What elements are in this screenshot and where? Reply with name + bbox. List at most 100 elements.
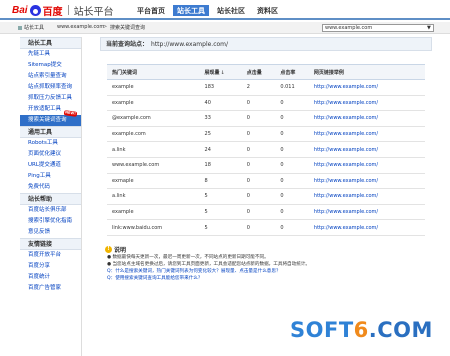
info-icon: !	[105, 246, 112, 253]
sidebar-item[interactable]: Sitemap提交	[20, 60, 81, 71]
sidebar-item[interactable]: 搜索引擎优化指南	[20, 216, 81, 227]
cell-impressions: 40	[199, 95, 242, 112]
cell-impressions: 24	[199, 141, 242, 158]
cell-impressions: 18	[199, 157, 242, 174]
cell-clicks: 0	[241, 141, 276, 158]
sidebar: 站长工具 先链工具 Sitemap提交 站点索引量查询 站点抓取频率查询 抓取压…	[20, 37, 82, 356]
cell-ctr: 0	[275, 141, 309, 158]
table-row: example 5 0 0 http://www.example.com/	[107, 204, 425, 221]
sidebar-item[interactable]: 站点索引量查询	[20, 71, 81, 82]
sidebar-item[interactable]: 百度广告管家	[20, 283, 81, 294]
watermark-com: .COM	[368, 318, 433, 342]
sidebar-item-keyword-query[interactable]: 搜索关键词查询 NEW!	[20, 110, 81, 126]
nav-tools[interactable]: 站长工具	[173, 5, 209, 16]
baidu-paw-icon	[29, 4, 41, 16]
sidebar-item[interactable]: URL提交通道	[20, 160, 81, 171]
site-select[interactable]: www.example.com ▼	[322, 24, 434, 32]
col-ctr[interactable]: 点击率	[275, 64, 309, 80]
cell-clicks: 0	[241, 157, 276, 174]
table-row: example.com 25 0 0 http://www.example.com/	[107, 126, 425, 143]
cell-example-url[interactable]: http://www.example.com/	[308, 95, 425, 112]
col-impressions[interactable]: 展现量↓	[199, 64, 242, 80]
col-clicks[interactable]: 点击量	[241, 64, 276, 80]
cell-impressions: 25	[199, 126, 242, 143]
cell-ctr: 0	[275, 204, 309, 221]
sidebar-item[interactable]: 先链工具	[20, 49, 81, 60]
table-row: @example.com 33 0 0 http://www.example.com/	[107, 110, 425, 127]
logo-text-bai: Bai	[12, 4, 28, 16]
sidebar-item[interactable]: 抓取压力反馈工具	[20, 93, 81, 104]
cell-ctr: 0	[275, 188, 309, 205]
sidebar-item[interactable]: 百度统计	[20, 272, 81, 283]
sidebar-item[interactable]: 页面优化建议	[20, 149, 81, 160]
sidebar-section-title: 通用工具	[20, 126, 81, 138]
breadcrumb-home[interactable]: 站长工具	[18, 24, 44, 31]
faq-link[interactable]: Q：使用搜索关键词查询工具能给您带来什么？	[105, 275, 425, 282]
cell-impressions: 5	[199, 219, 242, 236]
sidebar-section-title: 站长工具	[20, 37, 81, 49]
query-site-bar: 当前查询站点： http://www.example.com/	[100, 37, 432, 51]
table-row: a.link 24 0 0 http://www.example.com/	[107, 141, 425, 158]
cell-clicks: 2	[241, 79, 276, 96]
sidebar-item[interactable]: 百度开放平台	[20, 250, 81, 261]
cell-impressions: 183	[199, 79, 242, 96]
cell-example-url[interactable]: http://www.example.com/	[308, 110, 425, 127]
top-header: Bai 百度 站长平台 平台首页 站长工具 站长社区 资料区	[0, 0, 450, 20]
cell-ctr: 0	[275, 173, 309, 190]
notes-section: ! 说明 ● 数据最快每天更新一次，最迟一周更新一次，不同站点的更新日期可能不同…	[105, 245, 425, 282]
baidu-logo[interactable]: Bai 百度 站长平台	[12, 4, 114, 18]
logo-subtitle: 站长平台	[73, 6, 114, 18]
sidebar-item[interactable]: 站点抓取频率查询	[20, 82, 81, 93]
cell-clicks: 0	[241, 219, 276, 236]
cell-example-url[interactable]: http://www.example.com/	[308, 79, 425, 96]
cell-example-url[interactable]: http://www.example.com/	[308, 188, 425, 205]
notes-title-row: ! 说明	[105, 245, 425, 254]
nav-home[interactable]: 平台首页	[133, 5, 169, 16]
cell-keyword: @example.com	[107, 110, 200, 127]
sidebar-item[interactable]: Robots工具	[20, 138, 81, 149]
table-row: a.link 5 0 0 http://www.example.com/	[107, 188, 425, 205]
breadcrumb-separator: >	[103, 24, 108, 30]
cell-keyword: link:www.baidu.com	[107, 219, 200, 236]
watermark-six: 6	[353, 318, 369, 342]
cell-clicks: 0	[241, 110, 276, 127]
cell-keyword: example.com	[107, 126, 200, 143]
cell-example-url[interactable]: http://www.example.com/	[308, 141, 425, 158]
cell-clicks: 0	[241, 188, 276, 205]
cell-example-url[interactable]: http://www.example.com/	[308, 126, 425, 143]
site-select-value: www.example.com	[325, 25, 373, 31]
main-content: 当前查询站点： http://www.example.com/ 热门关键词 展现量…	[100, 37, 432, 281]
query-site-url: http://www.example.com/	[151, 41, 229, 48]
sidebar-item[interactable]: 免费代码	[20, 182, 81, 193]
cell-impressions: 8	[199, 173, 242, 190]
cell-ctr: 0	[275, 110, 309, 127]
sidebar-item[interactable]: 百度站长俱乐部	[20, 205, 81, 216]
cell-ctr: 0	[275, 157, 309, 174]
cell-ctr: 0	[275, 126, 309, 143]
nav-resources[interactable]: 资料区	[253, 5, 282, 16]
table-row: example 183 2 0.011 http://www.example.com/	[107, 79, 425, 96]
cell-keyword: a.link	[107, 188, 200, 205]
cell-example-url[interactable]: http://www.example.com/	[308, 219, 425, 236]
sidebar-item[interactable]: 意见反馈	[20, 227, 81, 238]
keyword-table: 热门关键词 展现量↓ 点击量 点击率 网页链接举例 example 183 2 0.0…	[107, 64, 425, 236]
sidebar-item[interactable]: 百度分享	[20, 261, 81, 272]
sidebar-item[interactable]: Ping工具	[20, 171, 81, 182]
faq-link[interactable]: Q：什么是搜索关键词，热门关键词列表为何变化较大？展现量、点击量是什么意思？	[105, 268, 425, 275]
cell-example-url[interactable]: http://www.example.com/	[308, 157, 425, 174]
cell-keyword: a.link	[107, 141, 200, 158]
nav-community[interactable]: 站长社区	[213, 5, 249, 16]
breadcrumb-site[interactable]: www.example.com	[57, 24, 104, 30]
cell-impressions: 33	[199, 110, 242, 127]
cell-keyword: www.example.com	[107, 157, 200, 174]
cell-example-url[interactable]: http://www.example.com/	[308, 173, 425, 190]
cell-keyword: exmaple	[107, 173, 200, 190]
cell-ctr: 0	[275, 95, 309, 112]
col-impressions-label: 展现量	[204, 69, 220, 76]
cell-keyword: example	[107, 95, 200, 112]
note-line: ● 当您站点主域名更换过后，请您到工具页面更新，工具会适配您站点新的数据，工具将…	[107, 262, 311, 267]
note-line: ● 数据最快每天更新一次，最迟一周更新一次，不同站点的更新日期可能不同。	[107, 255, 269, 260]
col-keyword: 热门关键词	[107, 64, 200, 80]
cell-example-url[interactable]: http://www.example.com/	[308, 204, 425, 221]
breadcrumb-current: 搜索关键词查询	[110, 25, 146, 31]
